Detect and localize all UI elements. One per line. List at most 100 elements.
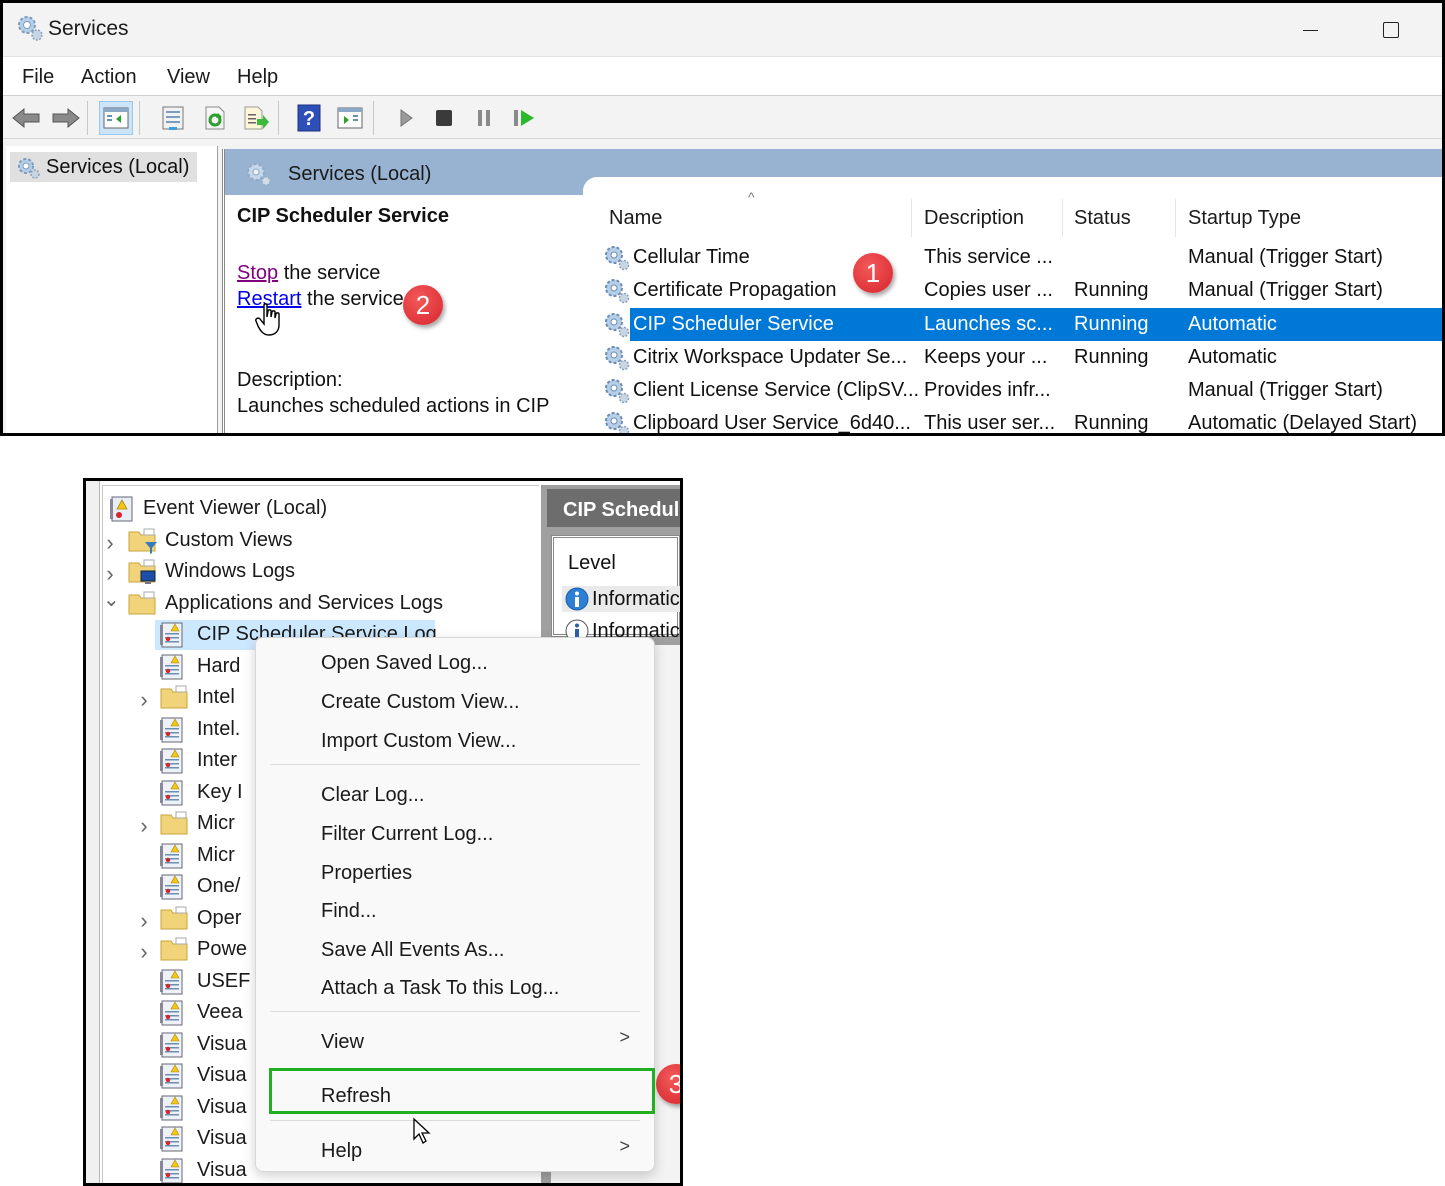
- cell-startup-type: Automatic: [1188, 345, 1277, 368]
- column-header-startup-type[interactable]: Startup Type: [1188, 207, 1301, 230]
- log-icon: [159, 1125, 185, 1159]
- menu-item-find[interactable]: Find...: [321, 900, 377, 923]
- tree-item-services-local[interactable]: Services (Local): [10, 152, 198, 182]
- cell-name: Cellular Time: [633, 246, 750, 268]
- log-icon: [159, 779, 185, 813]
- properties-button[interactable]: [156, 101, 190, 135]
- menu-file[interactable]: File: [20, 66, 56, 89]
- chevron-right-icon[interactable]: ›: [137, 687, 151, 713]
- chevron-right-icon[interactable]: ›: [103, 561, 117, 587]
- cell-description: This user ser...: [924, 412, 1056, 435]
- back-button[interactable]: [9, 101, 43, 135]
- left-strip: [86, 481, 100, 1183]
- service-gear-icon: [605, 412, 630, 433]
- stop-service-link[interactable]: Stop: [237, 262, 278, 284]
- table-row[interactable]: CIP Scheduler Service Launches sc... Runni…: [603, 307, 1442, 341]
- menu-item-save-all-events-as[interactable]: Save All Events As...: [321, 939, 504, 962]
- toolbar-separator: [373, 101, 374, 135]
- chevron-right-icon[interactable]: ›: [137, 908, 151, 934]
- start-service-button[interactable]: [389, 101, 423, 135]
- cell-status: Running: [1074, 279, 1149, 302]
- chevron-right-icon[interactable]: ›: [137, 939, 151, 965]
- help-icon: ?: [297, 104, 321, 132]
- folder-icon: [159, 936, 191, 970]
- tree-item[interactable]: ⌄ Applications and Services Logs: [103, 589, 533, 619]
- export-list-icon: [244, 106, 269, 130]
- table-header: ^ Name Description Status Startup Type: [603, 189, 1442, 241]
- step-badge-2: 2: [403, 285, 443, 325]
- help-button[interactable]: ?: [292, 101, 326, 135]
- services-gear-icon: [247, 163, 271, 186]
- menu-view[interactable]: View: [165, 66, 212, 89]
- column-divider[interactable]: [1175, 199, 1176, 237]
- table-row[interactable]: Clipboard User Service_6d40... This user …: [603, 407, 1442, 435]
- menu-item-open-saved-log[interactable]: Open Saved Log...: [321, 652, 488, 675]
- restart-suffix: the service: [301, 288, 404, 310]
- folder-icon: [159, 684, 191, 718]
- menu-item-attach-a-task-to-this-log[interactable]: Attach a Task To this Log...: [321, 977, 559, 1000]
- log-icon: [159, 1157, 185, 1183]
- show-action-pane-button[interactable]: [333, 101, 367, 135]
- menu-item-refresh[interactable]: Refresh: [321, 1085, 391, 1108]
- chevron-down-icon[interactable]: ⌄: [103, 587, 120, 612]
- menu-separator: [270, 1011, 640, 1012]
- pause-icon: [478, 110, 490, 126]
- table-row[interactable]: Citrix Workspace Updater Se... Keeps your…: [603, 341, 1442, 374]
- stop-service-button[interactable]: [427, 101, 461, 135]
- cell-startup-type: Automatic: [1188, 312, 1277, 335]
- arrow-cursor-icon: [413, 1117, 431, 1144]
- column-header-name[interactable]: Name: [609, 207, 662, 230]
- column-header-level[interactable]: Level: [568, 552, 616, 575]
- submenu-chevron-icon: >: [619, 1136, 630, 1156]
- column-header-status[interactable]: Status: [1074, 207, 1131, 230]
- log-icon: [159, 1031, 185, 1065]
- show-hide-console-tree-button[interactable]: [99, 101, 133, 135]
- menu-item-properties[interactable]: Properties: [321, 862, 412, 885]
- menu-item-clear-log[interactable]: Clear Log...: [321, 784, 424, 807]
- toolbar: ?: [3, 97, 1442, 139]
- tree-item[interactable]: Event Viewer (Local): [103, 494, 533, 524]
- forward-button[interactable]: [49, 101, 83, 135]
- cell-startup-type: Manual (Trigger Start): [1188, 246, 1383, 268]
- export-list-button[interactable]: [239, 101, 273, 135]
- tree-item-label: Event Viewer (Local): [143, 497, 328, 519]
- menu-item-create-custom-view[interactable]: Create Custom View...: [321, 691, 520, 714]
- cell-name: Certificate Propagation: [633, 279, 837, 302]
- tree-item-label: Intel: [197, 686, 235, 708]
- refresh-button[interactable]: [198, 101, 232, 135]
- column-divider[interactable]: [911, 199, 912, 237]
- tree-item-label: Powe: [197, 938, 248, 960]
- chevron-right-icon[interactable]: ›: [103, 530, 117, 556]
- maximize-button[interactable]: [1359, 9, 1419, 49]
- event-row[interactable]: Informatic: [562, 586, 680, 612]
- toolbar-separator: [278, 101, 279, 135]
- forward-icon: [52, 107, 80, 129]
- menu-separator: [270, 764, 640, 765]
- table-row[interactable]: Client License Service (ClipSV... Provide…: [603, 374, 1442, 407]
- tree-item-label: Visua: [197, 1032, 247, 1055]
- table-row[interactable]: Cellular Time This service ... Manual (Tri…: [603, 241, 1442, 274]
- tree-item[interactable]: › Windows Logs: [103, 557, 533, 587]
- menu-item-import-custom-view[interactable]: Import Custom View...: [321, 730, 516, 753]
- menu-item-filter-current-log[interactable]: Filter Current Log...: [321, 823, 493, 846]
- refresh-icon: [205, 106, 225, 130]
- resume-service-button[interactable]: [507, 101, 541, 135]
- table-row[interactable]: Certificate Propagation Copies user ... Ru…: [603, 274, 1442, 307]
- cell-status: Running: [1074, 412, 1149, 435]
- services-main-pane: Services (Local) CIP Scheduler Service S…: [222, 149, 1442, 433]
- tree-item-label: Visua: [197, 1158, 247, 1181]
- log-icon: [159, 968, 185, 1002]
- column-header-description[interactable]: Description: [924, 207, 1024, 230]
- minimize-button[interactable]: [1278, 9, 1338, 49]
- menu-item-view[interactable]: View: [321, 1031, 364, 1054]
- menu-action[interactable]: Action: [79, 66, 139, 89]
- tree-item[interactable]: › Custom Views: [103, 526, 533, 556]
- chevron-right-icon[interactable]: ›: [137, 813, 151, 839]
- tree-item-label: Oper: [197, 906, 242, 929]
- column-divider[interactable]: [1062, 199, 1063, 237]
- tree-item-label: Visua: [197, 1095, 247, 1118]
- menu-help[interactable]: Help: [235, 66, 280, 89]
- pause-service-button[interactable]: [467, 101, 501, 135]
- cell-name: Client License Service (ClipSV...: [633, 379, 920, 402]
- menu-item-help[interactable]: Help: [321, 1140, 362, 1163]
